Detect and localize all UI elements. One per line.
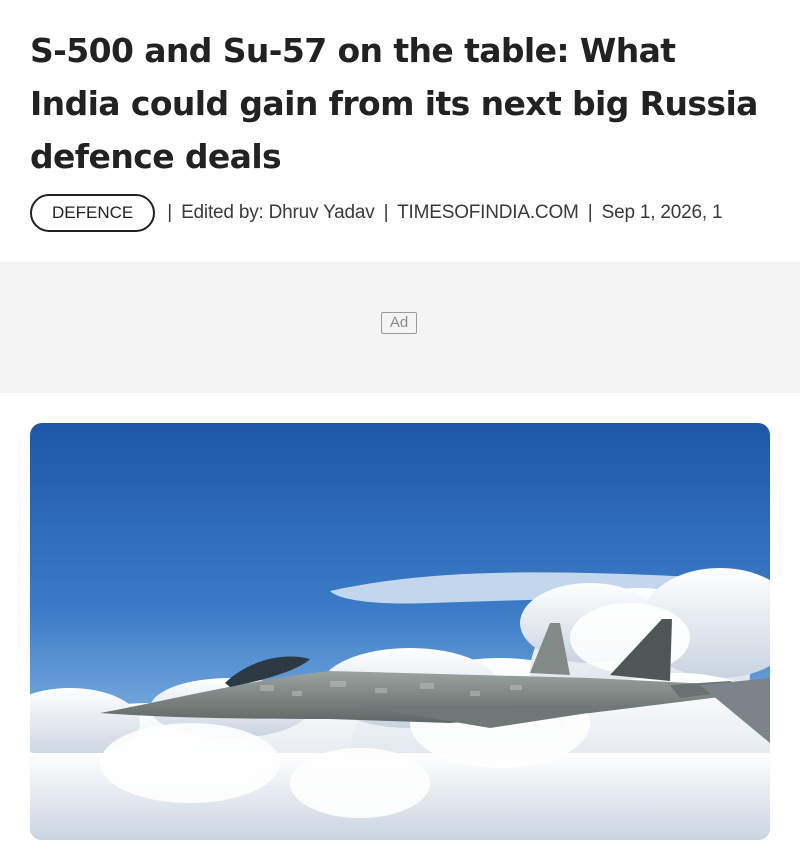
fighter-jet-photo [30,423,770,840]
separator: | [383,202,389,223]
hero-image[interactable] [30,423,770,840]
publisher-name: TIMESOFINDIA.COM [397,202,579,223]
category-tag-button[interactable]: DEFENCE [30,194,156,232]
article-page: S-500 and Su-57 on the table: What India… [0,0,800,857]
separator: | [167,202,172,223]
article-headline: S-500 and Su-57 on the table: What India… [30,31,758,176]
ad-label: Ad [381,312,417,334]
byline: | Edited by: Dhruv Yadav | TIMESOFINDIA.… [163,202,722,224]
article-meta: DEFENCE | Edited by: Dhruv Yadav | TIMES… [30,194,800,232]
editor-name: Edited by: Dhruv Yadav [181,202,375,223]
separator: | [587,202,593,223]
publish-date: Sep 1, 2026, 1 [601,202,723,223]
